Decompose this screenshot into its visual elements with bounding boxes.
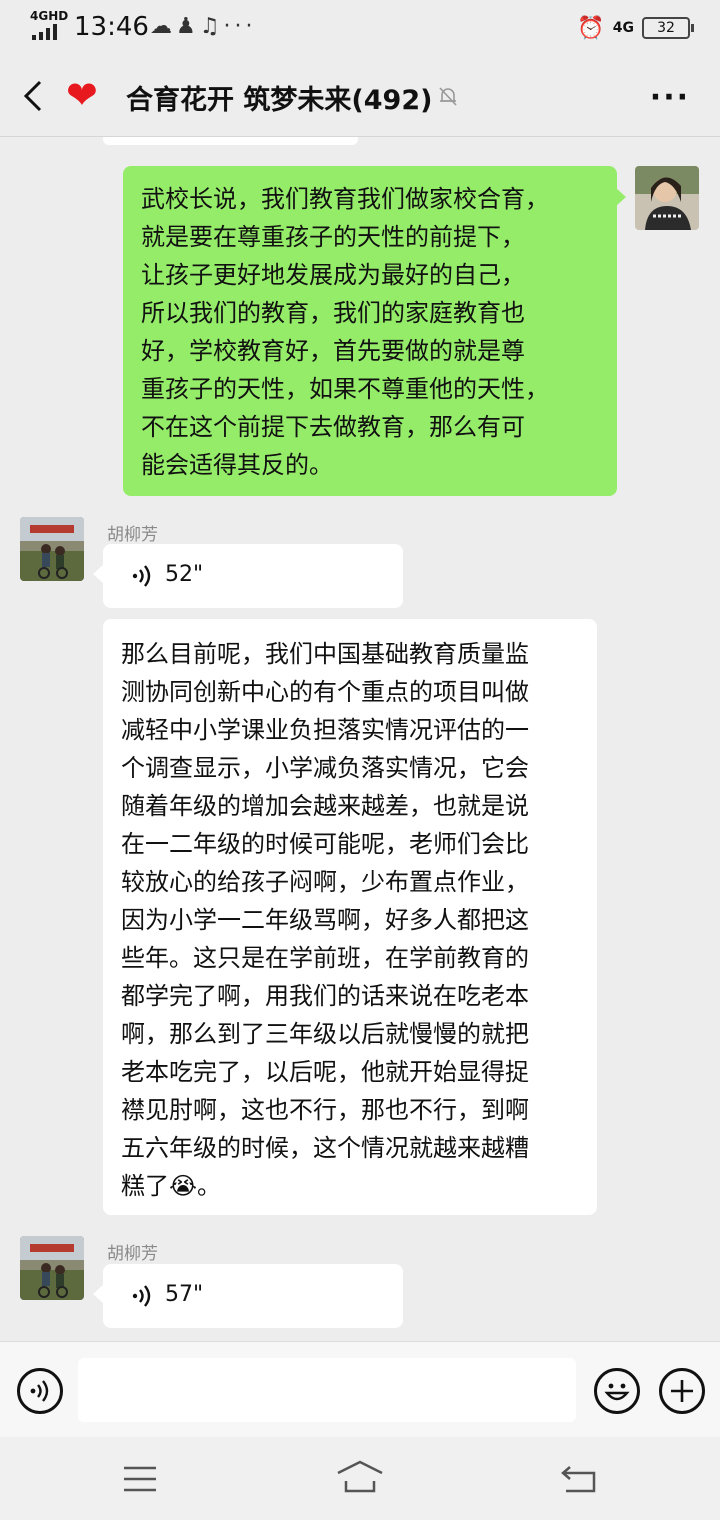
message-list[interactable]: 武校长说，我们教育我们做家校合育， 就是要在尊重孩子的天性的前提下， 让孩子更好… (0, 137, 720, 1341)
bubble-tail (93, 1285, 103, 1303)
emoji-button[interactable] (594, 1368, 640, 1414)
signal-icon (32, 24, 57, 40)
emoji-icon (604, 1383, 630, 1401)
voice-duration: 52" (165, 562, 204, 587)
weather-icon: ☁ (150, 14, 176, 39)
heart-icon: ❤ (66, 73, 98, 117)
voice-input-icon (30, 1380, 49, 1402)
message-text-bubble[interactable]: 武校长说，我们教育我们做家校合育， 就是要在尊重孩子的天性的前提下， 让孩子更好… (123, 166, 617, 496)
sender-name: 胡柳芳 (107, 1244, 158, 1264)
alarm-icon: ⏰ (577, 15, 605, 41)
more-notifications-icon: ··· (223, 14, 257, 39)
back-nav-icon[interactable] (560, 1463, 598, 1495)
menu-icon[interactable] (122, 1465, 158, 1493)
chat-title: 合育花开 筑梦未来(492) (126, 85, 433, 116)
home-icon[interactable] (336, 1459, 384, 1495)
notification-icons: ☁♟♫··· (150, 14, 256, 39)
sender-avatar-image (20, 1236, 84, 1300)
mute-bell-icon (439, 87, 457, 106)
clock: 13:46 (74, 12, 149, 42)
network-type: 4GHD (30, 9, 69, 23)
sender-avatar[interactable] (20, 517, 84, 581)
add-button[interactable] (659, 1368, 705, 1414)
bubble-tail (93, 565, 103, 583)
plus-icon (671, 1380, 693, 1402)
chat-header: ❤ 合育花开 筑梦未来(492) ··· (0, 56, 720, 137)
back-arrow-icon[interactable] (18, 78, 48, 114)
voice-duration: 57" (165, 1282, 204, 1307)
more-options-icon[interactable]: ··· (650, 80, 690, 115)
message-input[interactable] (78, 1358, 576, 1422)
system-nav-bar (0, 1437, 720, 1520)
voice-message[interactable]: 52" (103, 544, 403, 608)
voice-wave-icon (132, 565, 151, 587)
qq-icon: ♟ (176, 14, 200, 39)
voice-message[interactable]: 57" (103, 1264, 403, 1328)
music-icon: ♫ (199, 14, 224, 39)
sender-avatar-image (20, 517, 84, 581)
sender-avatar[interactable] (20, 1236, 84, 1300)
input-bar (0, 1341, 720, 1438)
status-bar: 4GHD 13:46 ☁♟♫··· ⏰ 4G 32 (0, 0, 720, 56)
voice-input-button[interactable] (17, 1368, 63, 1414)
right-network-type: 4G (612, 20, 634, 36)
self-avatar[interactable] (635, 166, 699, 230)
battery-icon: 32 (642, 17, 694, 39)
voice-wave-icon (132, 1285, 151, 1307)
message-text-bubble[interactable]: 那么目前呢，我们中国基础教育质量监 测协同创新中心的有个重点的项目叫做 减轻中小… (103, 619, 597, 1215)
bubble-tail (616, 188, 626, 206)
sender-name: 胡柳芳 (107, 525, 158, 545)
self-avatar-image (635, 166, 699, 230)
previous-message-bubble (103, 137, 358, 145)
